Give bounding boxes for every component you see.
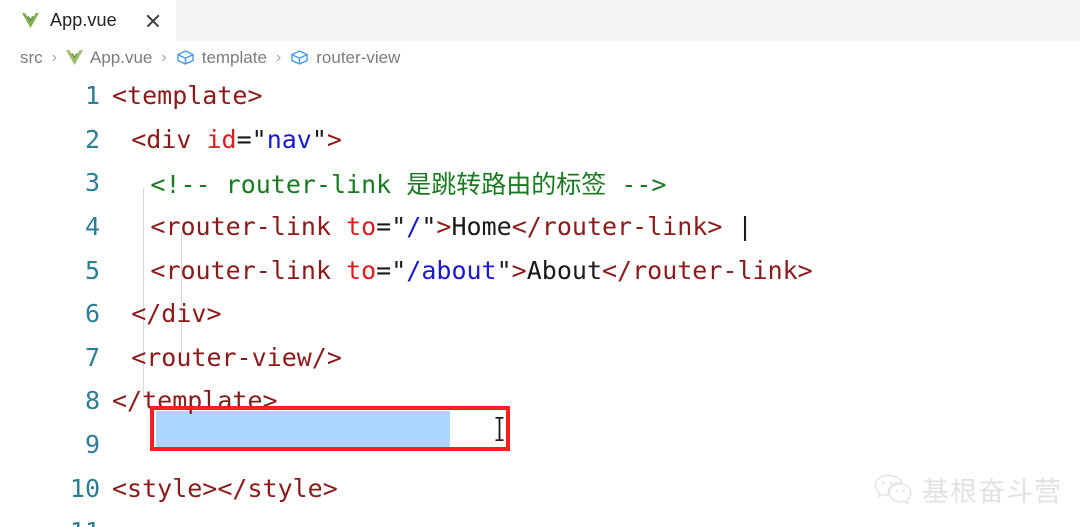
code-token: </router-link> [511, 212, 723, 242]
line-number: 6 [84, 299, 100, 329]
code-token: > [326, 124, 342, 154]
code-token: to [346, 212, 377, 242]
code-line[interactable]: 3 <!-- router-link 是跳转路由的标签 --> [0, 161, 1080, 205]
code-text: <router-view/> [112, 343, 342, 372]
breadcrumb: src › App.vue › template › router-view [0, 41, 1080, 74]
code-token: to [346, 255, 377, 285]
code-token: <style></style> [112, 473, 338, 503]
code-token: nav [266, 124, 312, 154]
code-token: = [236, 124, 252, 154]
indent-guide [181, 232, 182, 354]
code-token: <div [131, 124, 207, 154]
code-token: " [391, 212, 407, 242]
line-number: 7 [84, 342, 100, 372]
code-text: <router-link to="/">Home</router-link> | [112, 212, 753, 242]
code-token: <template> [112, 81, 263, 111]
code-token: | [722, 212, 753, 242]
code-token: <router-view/> [131, 342, 342, 372]
code-token: " [391, 255, 407, 285]
code-line[interactable]: 2 <div id="nav"> [0, 118, 1080, 162]
line-number: 4 [84, 212, 100, 242]
code-token: </template> [112, 386, 278, 416]
code-token: " [251, 124, 267, 154]
code-token: id [206, 124, 237, 154]
code-token: / [406, 212, 422, 242]
line-number: 10 [69, 473, 100, 503]
code-editor[interactable]: 1 <template> 2 <div id="nav"> 3 <!-- router-l… [0, 74, 1080, 527]
breadcrumb-label: template [201, 47, 267, 67]
code-text: <style></style> [112, 474, 338, 503]
code-text: </div> [112, 299, 222, 329]
line-number: 5 [84, 255, 100, 285]
code-text: <!-- router-link 是跳转路由的标签 --> [112, 165, 666, 201]
code-token: = [376, 212, 392, 242]
line-number: 3 [84, 168, 100, 198]
code-lines: 1 <template> 2 <div id="nav"> 3 <!-- router-l… [0, 74, 1080, 527]
code-token: <router-link [150, 255, 347, 285]
code-token: > [511, 255, 527, 285]
code-text: <div id="nav"> [112, 125, 342, 154]
code-token: = [376, 255, 392, 285]
breadcrumb-item-router-view[interactable]: router-view [290, 48, 400, 68]
breadcrumb-item-src[interactable]: src [20, 48, 43, 68]
code-line[interactable]: 1 <template> [0, 74, 1080, 118]
code-token: /about [406, 255, 497, 285]
code-token: </router-link> [602, 255, 813, 285]
editor-tab-bar: App.vue [0, 0, 1080, 41]
watermark: 基根奋斗营 [873, 470, 1062, 509]
code-token: About [526, 255, 602, 285]
line-number: 2 [84, 124, 100, 154]
code-line[interactable]: 5 <router-link to="/about">About</router-… [0, 248, 1080, 292]
code-text: <template> [112, 81, 263, 110]
code-token: > [436, 212, 452, 242]
breadcrumb-separator: › [275, 48, 282, 66]
text-cursor-ibeam-icon [495, 417, 504, 441]
line-number: 8 [84, 386, 100, 416]
code-token: <!-- router-link 是跳转路由的标签 --> [150, 169, 667, 199]
code-token: " [311, 124, 327, 154]
line-number: 1 [84, 81, 100, 111]
tab-app-vue[interactable]: App.vue [0, 0, 176, 41]
line-number: 9 [84, 430, 100, 460]
breadcrumb-label: App.vue [90, 47, 153, 67]
code-token: " [496, 255, 512, 285]
code-token: <router-link [150, 212, 347, 242]
code-text: </template> [112, 386, 278, 415]
watermark-text: 基根奋斗营 [922, 477, 1062, 508]
code-line[interactable]: 11 [0, 510, 1080, 527]
code-line[interactable]: 7 <router-view/> [0, 336, 1080, 380]
selection-highlight [156, 411, 450, 447]
vue-logo-icon [66, 50, 83, 65]
code-token: </div> [131, 299, 222, 329]
code-token: " [421, 212, 437, 242]
vue-logo-icon [22, 13, 39, 28]
breadcrumb-item-app-vue[interactable]: App.vue [66, 48, 152, 68]
close-icon[interactable] [144, 12, 162, 30]
wechat-icon [874, 474, 912, 505]
symbol-cube-icon [291, 50, 309, 65]
code-token: Home [451, 212, 512, 242]
code-text: <router-link to="/about">About</router-l… [112, 255, 813, 285]
breadcrumb-label: router-view [316, 47, 401, 67]
line-number: 11 [0, 517, 112, 527]
code-line[interactable]: 4 <router-link to="/">Home</router-link> … [0, 205, 1080, 249]
code-line[interactable]: 6 </div> [0, 292, 1080, 336]
breadcrumb-separator: › [161, 48, 167, 66]
breadcrumb-label: src [20, 47, 43, 67]
symbol-cube-icon [176, 50, 194, 65]
tab-title: App.vue [50, 10, 117, 30]
breadcrumb-separator: › [51, 48, 57, 66]
breadcrumb-item-template[interactable]: template [176, 48, 267, 68]
